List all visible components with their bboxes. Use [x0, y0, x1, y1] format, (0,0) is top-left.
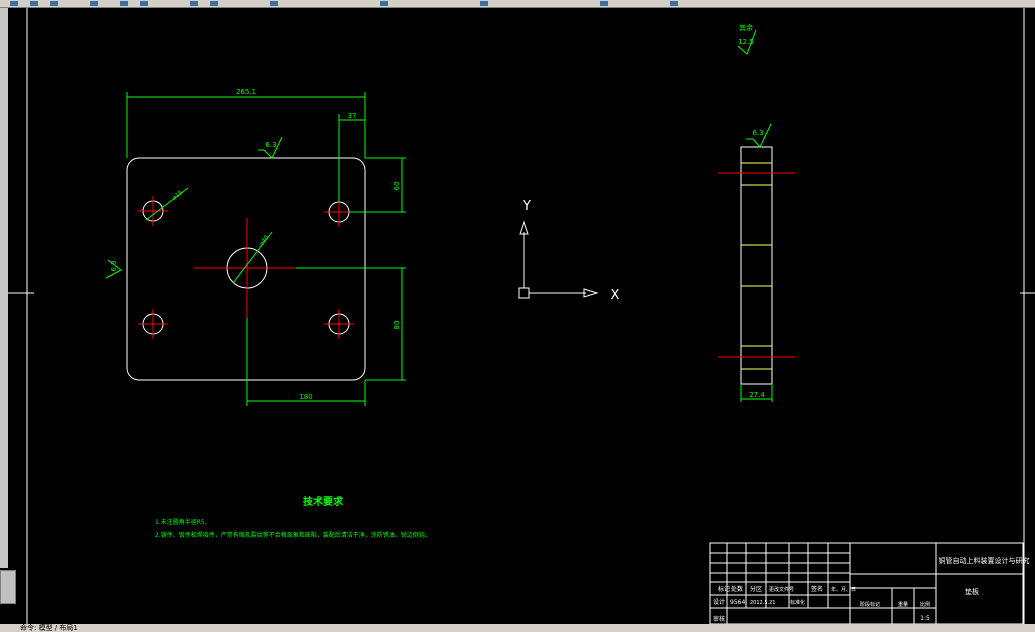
status-text: 命令: 模型 / 布局1 — [20, 624, 78, 632]
tech-req-item-1: 1.未注圆角半径R5. — [155, 518, 207, 526]
hole-bottom-right — [324, 309, 354, 339]
technical-requirements: 技术要求 1.未注圆角半径R5. 2.铸件、锻件和焊接件，严禁有缩孔裂纹等不合格… — [155, 495, 431, 539]
dim-text-overall-width: 265.1 — [236, 88, 256, 96]
dim-text-vert-bottom: 80 — [393, 321, 401, 330]
tb-header-1: 处数 — [731, 585, 743, 593]
cad-toolbar — [0, 0, 1035, 8]
tech-req-item-2: 2.铸件、锻件和焊接件，严禁有缩孔裂纹等不合格现象和缺陷，装配后清洁干净，涂防锈… — [155, 531, 431, 539]
side-view: 27.4 6.3 — [718, 123, 796, 402]
layer-icon[interactable] — [600, 1, 608, 6]
dim-text-bottom-width: 180 — [299, 393, 312, 401]
tb-review-label: 审核 — [713, 615, 725, 623]
drawing-canvas[interactable]: 265.1 37 60 80 180 6.3 6.3 ⌀15 ⌀40 Y X 2… — [8, 8, 1035, 624]
tb-designer-label: 设计 — [713, 598, 725, 606]
tb-designer-id: 9564 — [730, 599, 745, 606]
dim-text-small-hole: ⌀15 — [171, 189, 184, 202]
plate-outline — [126, 157, 366, 381]
pan-icon[interactable] — [270, 1, 278, 6]
title-block — [709, 542, 1024, 624]
status-bar: 命令: 模型 / 布局1 — [0, 624, 1035, 632]
new-icon[interactable] — [10, 1, 18, 6]
roughness-text-top: 6.3 — [265, 141, 276, 149]
title-block-text: 铜管自动上料装置设计与研究 垫板 标记 处数 分区 更改文件号 签名 年、月、日… — [713, 556, 1030, 623]
ucs-icon — [518, 220, 599, 299]
save-icon[interactable] — [50, 1, 58, 6]
tb-header-2: 分区 — [750, 585, 762, 593]
print-icon[interactable] — [90, 1, 98, 6]
roughness-text-left: 6.3 — [110, 260, 118, 271]
tb-stage-label: 阶段标记 — [860, 601, 880, 608]
properties-icon[interactable] — [480, 1, 488, 6]
dim-text-vert-top: 60 — [393, 182, 401, 191]
copy-icon[interactable] — [140, 1, 148, 6]
side-outline — [740, 146, 773, 385]
side-roughness-text: 6.3 — [752, 129, 763, 137]
zoom-icon[interactable] — [380, 1, 388, 6]
redo-icon[interactable] — [210, 1, 218, 6]
side-dim-thickness: 27.4 — [749, 391, 765, 399]
general-roughness-label: 其余 — [739, 23, 753, 32]
tb-standardize-label: 标准化 — [790, 599, 805, 606]
tb-header-0: 标记 — [718, 585, 730, 593]
tb-weight-label: 重量 — [898, 601, 908, 608]
front-view: 265.1 37 60 80 180 6.3 6.3 ⌀15 ⌀40 — [105, 88, 406, 406]
ucs-y-label: Y — [522, 199, 531, 214]
left-scroll-strip[interactable] — [0, 8, 8, 568]
tb-scale-label: 比例 — [920, 601, 930, 608]
hole-top-left — [138, 196, 168, 226]
tb-header-3: 更改文件号 — [769, 586, 794, 593]
undo-icon[interactable] — [190, 1, 198, 6]
part-name: 垫板 — [965, 587, 979, 596]
open-icon[interactable] — [30, 1, 38, 6]
color-icon[interactable] — [670, 1, 678, 6]
general-roughness: 其余 12.5 — [737, 23, 757, 55]
tb-header-4: 签名 — [811, 585, 823, 593]
hole-bottom-left — [138, 309, 168, 339]
dim-text-top-offset: 37 — [348, 112, 357, 120]
tb-designer-date: 2012.5.21 — [750, 600, 775, 606]
tb-scale-value: 1:5 — [920, 615, 930, 622]
tech-req-title: 技术要求 — [303, 495, 344, 508]
tb-header-5: 年、月、日 — [831, 586, 856, 593]
drawing-title: 铜管自动上料装置设计与研究 — [939, 556, 1030, 565]
cut-icon[interactable] — [120, 1, 128, 6]
ucs-x-label: X — [611, 288, 620, 303]
